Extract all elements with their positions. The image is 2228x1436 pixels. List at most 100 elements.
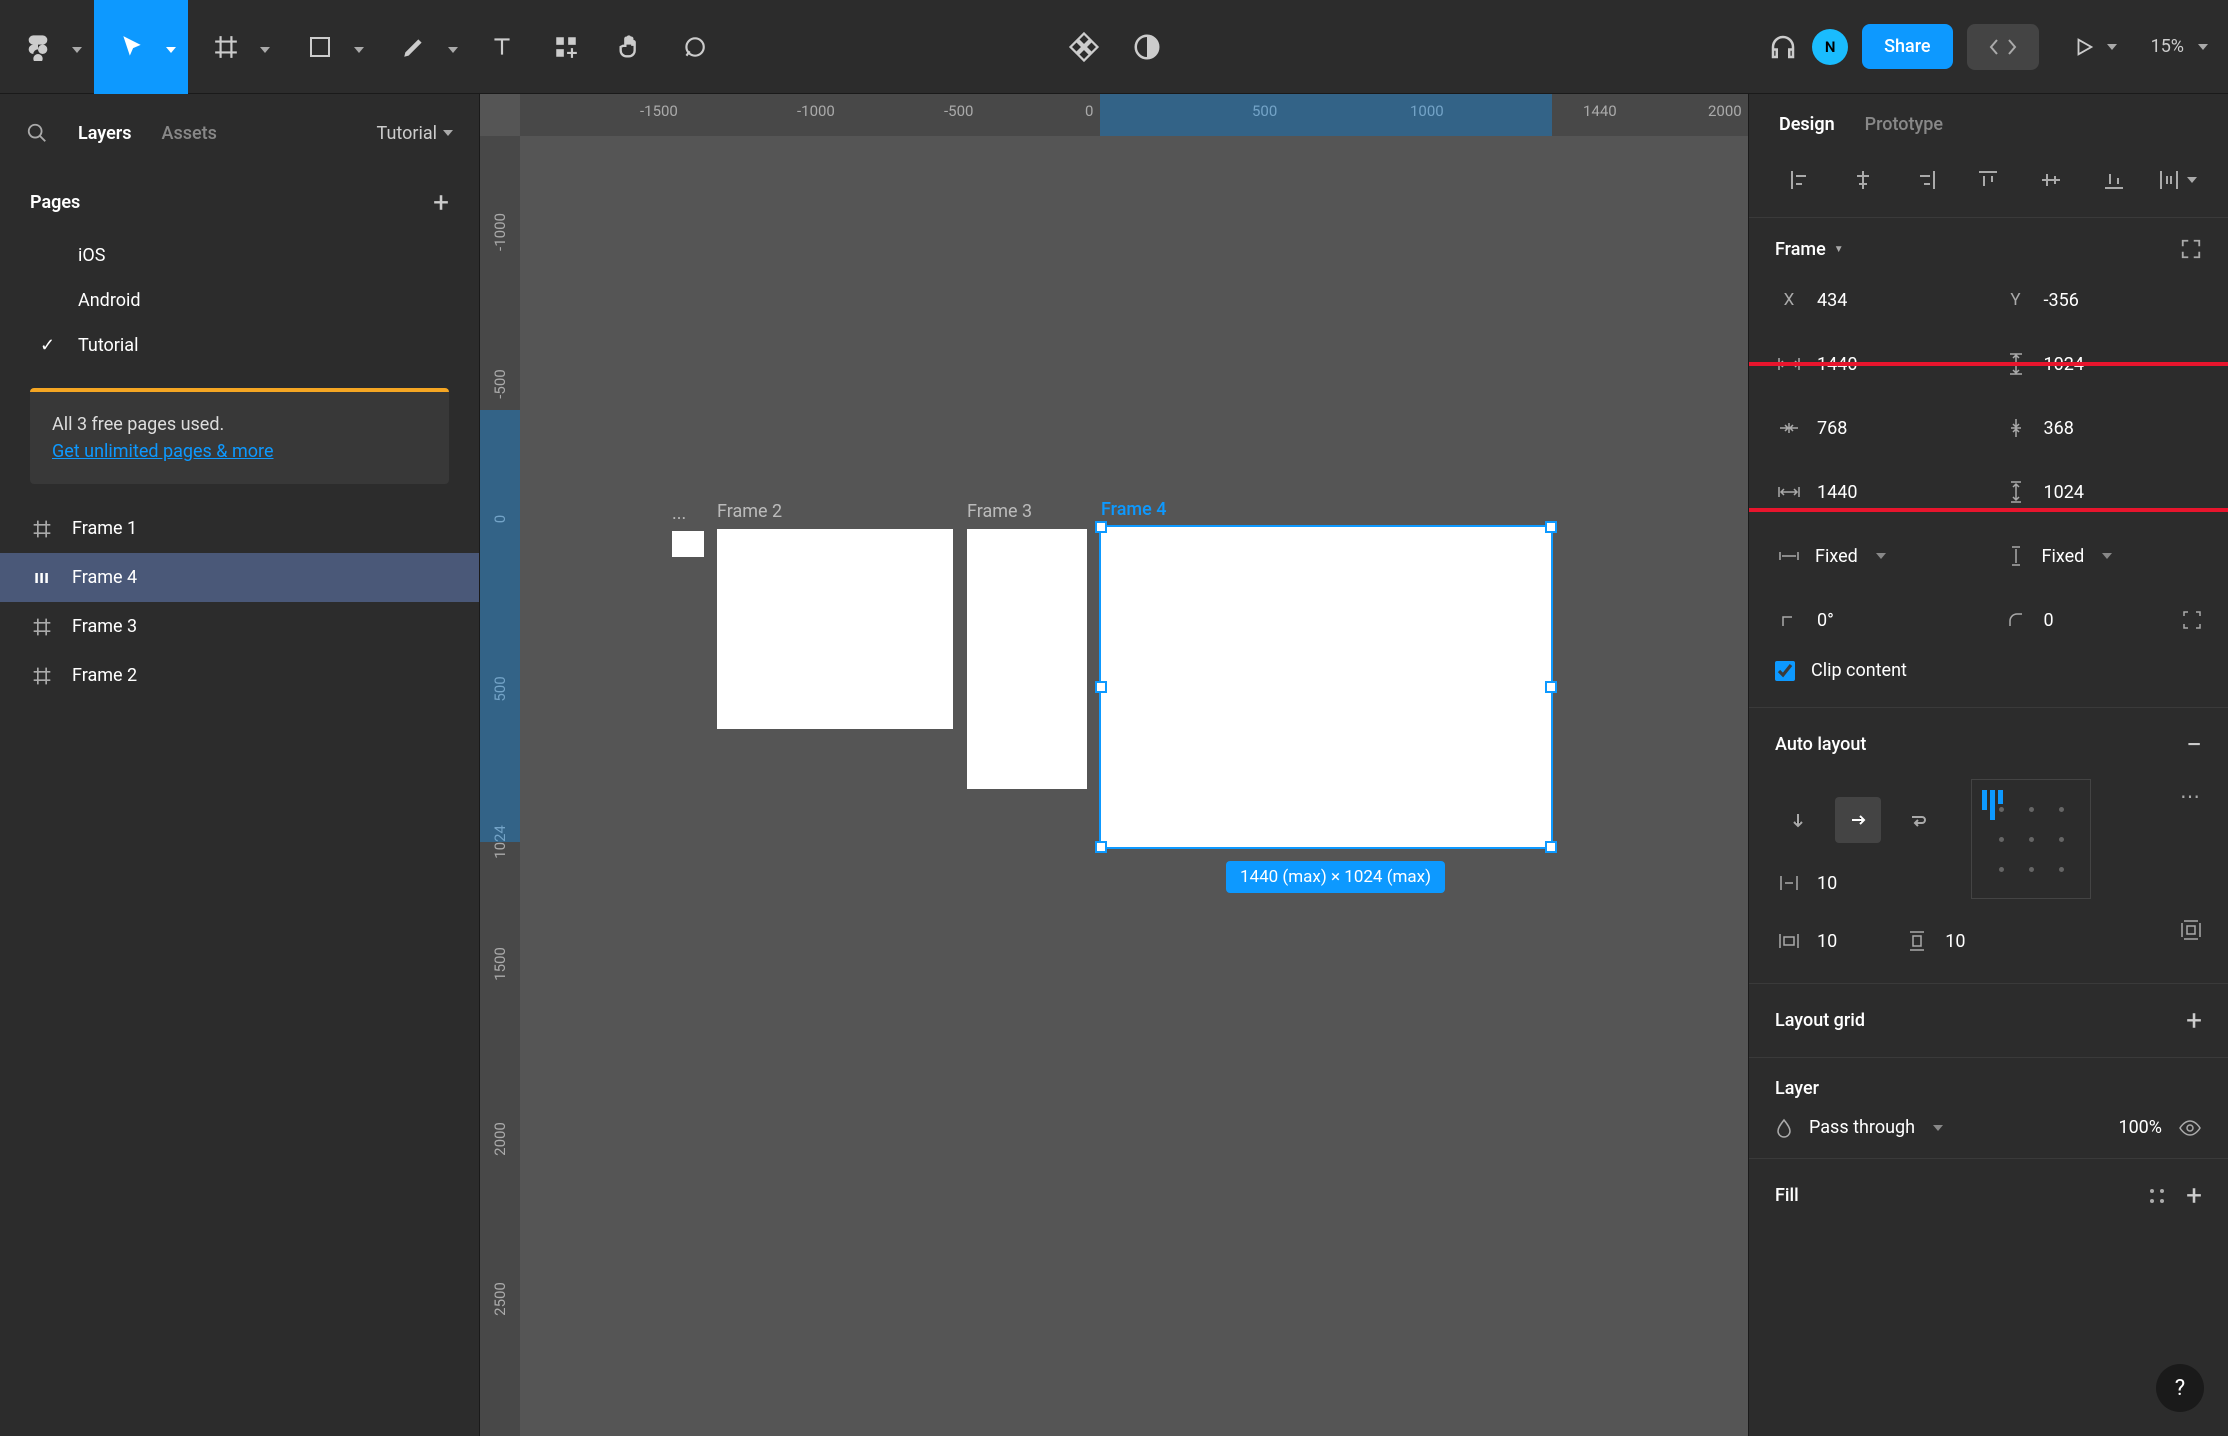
avatar[interactable]: N [1812, 29, 1848, 65]
fill-styles-button[interactable] [2148, 1187, 2166, 1205]
tab-design[interactable]: Design [1779, 114, 1835, 135]
max-height-input[interactable]: 1024 [2044, 482, 2084, 503]
add-page-button[interactable]: + [433, 186, 449, 219]
zoom-dropdown[interactable]: 15% [2151, 36, 2208, 57]
resize-v-dropdown[interactable]: Fixed [2042, 546, 2085, 567]
align-bottom-button[interactable] [2094, 163, 2134, 197]
alignment-box[interactable] [1971, 779, 2091, 899]
layout-grid-title: Layout grid [1775, 1010, 1865, 1031]
frame-section-title[interactable]: Frame▼ [1775, 239, 1844, 260]
dev-mode-icon [1987, 36, 2019, 58]
tab-assets[interactable]: Assets [162, 123, 217, 144]
auto-layout-title: Auto layout [1775, 734, 1866, 755]
blend-mode-dropdown[interactable]: Pass through [1809, 1117, 1943, 1138]
layer-item-frame4[interactable]: Frame 4 [0, 553, 479, 602]
add-fill-button[interactable]: + [2186, 1179, 2202, 1212]
direction-vertical-button[interactable] [1775, 797, 1821, 843]
resize-h-dropdown[interactable]: Fixed [1815, 546, 1858, 567]
contrast-icon [1132, 32, 1162, 62]
zoom-value: 15% [2151, 36, 2184, 57]
page-item-android[interactable]: Android [0, 278, 479, 323]
text-icon [489, 34, 515, 60]
vertical-ruler: -1000-50005001024150020002500 [480, 136, 520, 1436]
x-input[interactable]: 434 [1817, 290, 1847, 311]
page-item-tutorial[interactable]: Tutorial [0, 323, 479, 368]
min-height-icon [2002, 416, 2030, 440]
upsell-banner: All 3 free pages used. Get unlimited pag… [30, 388, 449, 484]
align-hcenter-button[interactable] [1843, 163, 1883, 197]
add-layout-grid-button[interactable]: + [2186, 1004, 2202, 1037]
dark-mode-button[interactable] [1132, 32, 1162, 62]
layer-section-title: Layer [1775, 1078, 1819, 1099]
max-width-icon [1775, 485, 1803, 499]
canvas-frame[interactable]: Frame 2 [717, 529, 953, 729]
present-button[interactable] [2053, 36, 2137, 58]
canvas-frame[interactable]: ... [672, 531, 704, 557]
shape-tool-button[interactable] [282, 0, 376, 94]
share-button[interactable]: Share [1862, 24, 1952, 69]
dev-mode-button[interactable] [1967, 24, 2039, 70]
max-width-input[interactable]: 1440 [1817, 482, 1857, 503]
x-label: X [1775, 290, 1803, 310]
distribute-button[interactable] [2157, 163, 2197, 197]
clip-content-checkbox[interactable] [1775, 661, 1795, 681]
plugins-button[interactable] [1066, 29, 1102, 65]
y-input[interactable]: -356 [2044, 290, 2079, 311]
align-vcenter-button[interactable] [2031, 163, 2071, 197]
layer-label: Frame 2 [72, 665, 137, 686]
frame-tool-button[interactable] [188, 0, 282, 94]
independent-padding-button[interactable] [2180, 919, 2202, 963]
layer-item-frame1[interactable]: Frame 1 [0, 504, 479, 553]
visibility-button[interactable] [2178, 1119, 2202, 1137]
tab-prototype[interactable]: Prototype [1865, 114, 1943, 135]
direction-wrap-button[interactable] [1895, 797, 1941, 843]
frame-icon [213, 34, 239, 60]
opacity-input[interactable]: 100% [2118, 1117, 2162, 1138]
remove-autolayout-button[interactable]: − [2186, 728, 2202, 761]
main-menu-button[interactable] [0, 0, 94, 94]
file-dropdown[interactable]: Tutorial [377, 123, 453, 144]
canvas-frame[interactable]: Frame 3 [967, 529, 1087, 789]
canvas[interactable]: ... Frame 2Frame 3Frame 41440 (max) × 102… [480, 94, 1748, 1436]
layer-item-frame2[interactable]: Frame 2 [0, 651, 479, 700]
rotation-input[interactable]: 0° [1817, 610, 1834, 631]
align-top-button[interactable] [1968, 163, 2008, 197]
align-left-button[interactable] [1780, 163, 1820, 197]
min-height-input[interactable]: 368 [2044, 418, 2074, 439]
move-tool-button[interactable] [94, 0, 188, 94]
audio-button[interactable] [1768, 32, 1798, 62]
align-right-button[interactable] [1906, 163, 1946, 197]
figma-logo-icon [24, 33, 52, 61]
text-tool-button[interactable] [470, 0, 534, 94]
resources-button[interactable] [534, 0, 598, 94]
min-width-input[interactable]: 768 [1817, 418, 1847, 439]
pad-h-icon [1775, 932, 1803, 950]
radius-icon [2002, 611, 2030, 629]
height-input[interactable]: 1024 [2044, 354, 2084, 375]
help-button[interactable]: ? [2156, 1364, 2204, 1412]
hand-tool-button[interactable] [598, 0, 662, 94]
canvas-frame[interactable]: Frame 41440 (max) × 1024 (max) [1101, 527, 1551, 847]
pen-tool-button[interactable] [376, 0, 470, 94]
height-icon [2002, 352, 2030, 376]
comment-tool-button[interactable] [662, 0, 726, 94]
fit-button[interactable] [2180, 238, 2202, 260]
page-item-ios[interactable]: iOS [0, 233, 479, 278]
pad-v-input[interactable]: 10 [1945, 931, 1965, 952]
pad-h-input[interactable]: 10 [1817, 931, 1837, 952]
autolayout-more-button[interactable]: ⋯ [2180, 784, 2202, 808]
search-icon[interactable] [26, 122, 48, 144]
radius-input[interactable]: 0 [2044, 610, 2054, 631]
direction-horizontal-button[interactable] [1835, 797, 1881, 843]
hand-icon [616, 33, 644, 61]
rotation-icon [1775, 611, 1803, 629]
cursor-icon [119, 34, 145, 60]
upsell-link[interactable]: Get unlimited pages & more [52, 441, 427, 462]
width-icon [1775, 356, 1803, 372]
tab-layers[interactable]: Layers [78, 123, 132, 144]
independent-corners-button[interactable] [2182, 610, 2202, 630]
layer-item-frame3[interactable]: Frame 3 [0, 602, 479, 651]
layer-label: Frame 3 [72, 616, 137, 637]
width-input[interactable]: 1440 [1817, 354, 1857, 375]
gap-input[interactable]: 10 [1817, 873, 1837, 894]
